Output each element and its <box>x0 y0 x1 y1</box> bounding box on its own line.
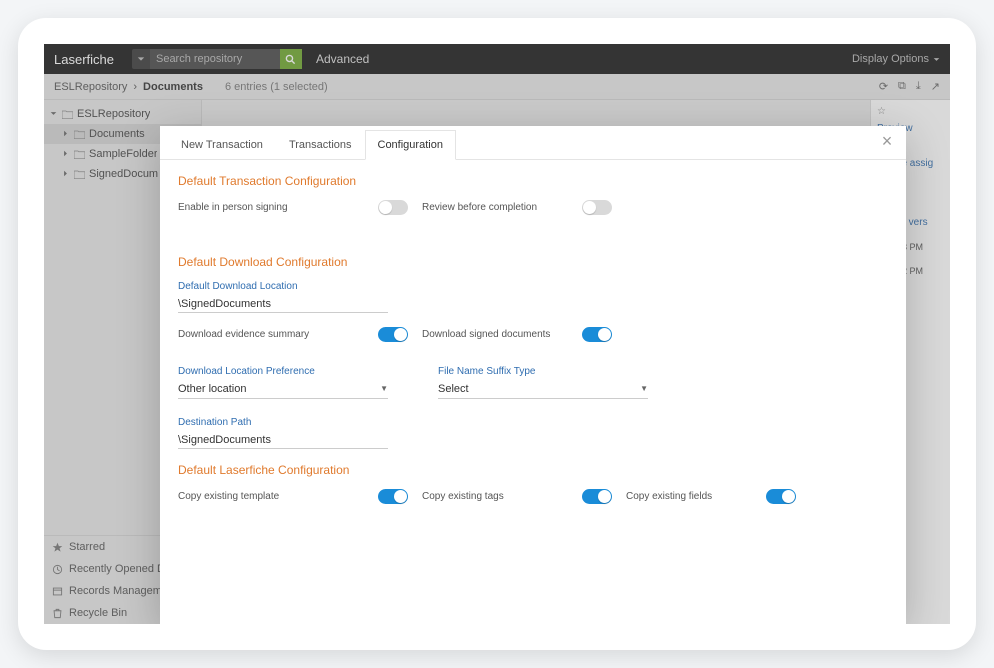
app-root: Laserfiche Advanced Display Options ESLR… <box>44 44 950 624</box>
label-dest-path: Destination Path <box>178 417 888 428</box>
section-title-laserfiche: Default Laserfiche Configuration <box>178 463 888 477</box>
section-title-transaction: Default Transaction Configuration <box>178 174 888 188</box>
tab-new-transaction[interactable]: New Transaction <box>168 130 276 159</box>
label-default-download-location: Default Download Location <box>178 281 888 292</box>
toggle-enable-in-person[interactable] <box>378 200 408 215</box>
toggle-copy-fields[interactable] <box>766 489 796 504</box>
select-location-pref[interactable]: Other location ▼ <box>178 379 388 399</box>
tab-configuration[interactable]: Configuration <box>365 130 456 160</box>
chevron-down-icon: ▼ <box>380 384 388 393</box>
label-signed-docs: Download signed documents <box>422 329 582 340</box>
input-default-download-location[interactable] <box>178 296 388 313</box>
chevron-down-icon: ▼ <box>640 384 648 393</box>
toggle-copy-tags[interactable] <box>582 489 612 504</box>
label-suffix-type: File Name Suffix Type <box>438 366 658 377</box>
section-title-download: Default Download Configuration <box>178 255 888 269</box>
toggle-evidence-summary[interactable] <box>378 327 408 342</box>
toggle-copy-template[interactable] <box>378 489 408 504</box>
label-copy-tags: Copy existing tags <box>422 491 582 502</box>
label-review-before: Review before completion <box>422 202 582 213</box>
toggle-review-before[interactable] <box>582 200 612 215</box>
tab-transactions[interactable]: Transactions <box>276 130 365 159</box>
label-enable-in-person: Enable in person signing <box>178 202 378 213</box>
label-copy-template: Copy existing template <box>178 491 378 502</box>
select-value: Other location <box>178 383 246 395</box>
modal-body: Default Transaction Configuration Enable… <box>160 160 906 624</box>
close-icon: × <box>882 131 893 152</box>
close-button[interactable]: × <box>878 132 896 150</box>
select-suffix-type[interactable]: Select ▼ <box>438 379 648 399</box>
label-copy-fields: Copy existing fields <box>626 491 766 502</box>
label-evidence-summary: Download evidence summary <box>178 329 378 340</box>
label-location-pref: Download Location Preference <box>178 366 398 377</box>
modal-tabs: New Transaction Transactions Configurati… <box>160 126 906 160</box>
configuration-modal: New Transaction Transactions Configurati… <box>160 126 906 624</box>
select-value: Select <box>438 383 469 395</box>
toggle-signed-docs[interactable] <box>582 327 612 342</box>
input-dest-path[interactable] <box>178 432 388 449</box>
